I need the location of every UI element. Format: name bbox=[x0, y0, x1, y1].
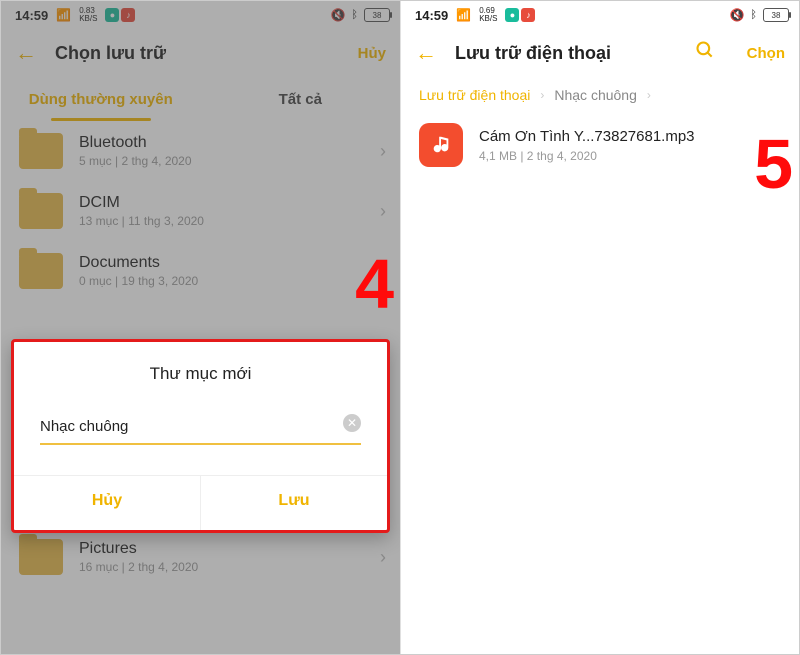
battery-icon: 38 bbox=[364, 8, 390, 22]
status-bar: 14:59 📶 0.83 KB/S ● ♪ 🔇 ᛒ 38 bbox=[1, 1, 400, 29]
tab-frequent-label: Dùng thường xuyên bbox=[29, 91, 173, 108]
signal-icon: 📶 bbox=[56, 8, 71, 22]
chevron-right-icon: › bbox=[380, 201, 386, 222]
screen-step-4: 14:59 📶 0.83 KB/S ● ♪ 🔇 ᛒ 38 ← Chọn lưu … bbox=[1, 1, 400, 654]
breadcrumb-root[interactable]: Lưu trữ điện thoại bbox=[419, 87, 530, 103]
music-app-icon: ♪ bbox=[521, 8, 535, 22]
tab-frequent[interactable]: Dùng thường xuyên bbox=[1, 77, 201, 121]
chevron-right-icon: › bbox=[380, 141, 386, 162]
battery-icon: 38 bbox=[763, 8, 789, 22]
folder-icon bbox=[19, 193, 63, 229]
folder-meta: 0 mục | 19 thg 3, 2020 bbox=[79, 274, 364, 288]
chevron-right-icon: › bbox=[540, 88, 544, 102]
step-number-badge: 4 bbox=[355, 244, 394, 324]
folder-name: Pictures bbox=[79, 540, 364, 558]
tab-all-label: Tất cả bbox=[279, 91, 322, 108]
clock-time: 14:59 bbox=[15, 8, 48, 23]
mute-icon: 🔇 bbox=[729, 8, 744, 22]
file-meta: 4,1 MB | 2 thg 4, 2020 bbox=[479, 149, 785, 163]
signal-icon: 📶 bbox=[456, 8, 471, 22]
tab-all[interactable]: Tất cả bbox=[201, 77, 401, 121]
folder-item[interactable]: DCIM 13 mục | 11 thg 3, 2020 › bbox=[1, 181, 400, 241]
breadcrumb-current: Nhạc chuông bbox=[554, 87, 637, 103]
music-file-icon bbox=[419, 123, 463, 167]
back-arrow-icon[interactable]: ← bbox=[415, 40, 437, 66]
screen-step-5: 14:59 📶 0.69 KB/S ● ♪ 🔇 ᛒ 38 ← Lưu trữ đ… bbox=[400, 1, 799, 654]
app-icon-1: ● bbox=[105, 8, 119, 22]
dialog-cancel-button[interactable]: Hủy bbox=[14, 476, 200, 530]
back-arrow-icon[interactable]: ← bbox=[15, 40, 37, 66]
bluetooth-icon: ᛒ bbox=[351, 9, 358, 21]
status-bar: 14:59 📶 0.69 KB/S ● ♪ 🔇 ᛒ 38 bbox=[401, 1, 799, 29]
breadcrumb: Lưu trữ điện thoại › Nhạc chuông › bbox=[401, 77, 799, 109]
file-item[interactable]: Cám Ơn Tình Y...73827681.mp3 4,1 MB | 2 … bbox=[401, 109, 799, 181]
network-speed: 0.83 KB/S bbox=[79, 7, 97, 23]
folder-meta: 5 mục | 2 thg 4, 2020 bbox=[79, 154, 364, 168]
folder-name: Bluetooth bbox=[79, 134, 364, 152]
network-speed: 0.69 KB/S bbox=[479, 7, 497, 23]
page-title: Chọn lưu trữ bbox=[55, 43, 340, 64]
folder-item[interactable]: Bluetooth 5 mục | 2 thg 4, 2020 › bbox=[1, 121, 400, 181]
folder-item[interactable]: Documents 0 mục | 19 thg 3, 2020 › bbox=[1, 241, 400, 301]
new-folder-dialog: Thư mục mới ✕ Hủy Lưu bbox=[11, 339, 390, 533]
search-icon[interactable] bbox=[695, 40, 715, 66]
folder-item[interactable]: Pictures 16 mục | 2 thg 4, 2020 › bbox=[1, 527, 400, 587]
folder-icon bbox=[19, 253, 63, 289]
dialog-save-button[interactable]: Lưu bbox=[200, 476, 387, 530]
clock-time: 14:59 bbox=[415, 8, 448, 23]
step-number-badge: 5 bbox=[754, 124, 793, 204]
header-bar: ← Lưu trữ điện thoại Chọn bbox=[401, 29, 799, 77]
chevron-right-icon: › bbox=[380, 547, 386, 568]
clear-input-icon[interactable]: ✕ bbox=[343, 414, 361, 432]
cancel-button[interactable]: Hủy bbox=[358, 45, 386, 62]
folder-name-input[interactable] bbox=[40, 412, 361, 445]
mute-icon: 🔇 bbox=[330, 8, 345, 22]
header-bar: ← Chọn lưu trữ Hủy bbox=[1, 29, 400, 77]
chevron-right-icon: › bbox=[647, 88, 651, 102]
file-name: Cám Ơn Tình Y...73827681.mp3 bbox=[479, 128, 785, 145]
folder-meta: 13 mục | 11 thg 3, 2020 bbox=[79, 214, 364, 228]
page-title: Lưu trữ điện thoại bbox=[455, 43, 677, 64]
select-button[interactable]: Chọn bbox=[747, 45, 785, 62]
folder-name: Documents bbox=[79, 254, 364, 272]
folder-icon bbox=[19, 133, 63, 169]
folder-icon bbox=[19, 539, 63, 575]
folder-name: DCIM bbox=[79, 194, 364, 212]
tabs: Dùng thường xuyên Tất cả bbox=[1, 77, 400, 121]
folder-meta: 16 mục | 2 thg 4, 2020 bbox=[79, 560, 364, 574]
app-icon-1: ● bbox=[505, 8, 519, 22]
music-app-icon: ♪ bbox=[121, 8, 135, 22]
bluetooth-icon: ᛒ bbox=[750, 9, 757, 21]
dialog-title: Thư mục mới bbox=[14, 342, 387, 412]
